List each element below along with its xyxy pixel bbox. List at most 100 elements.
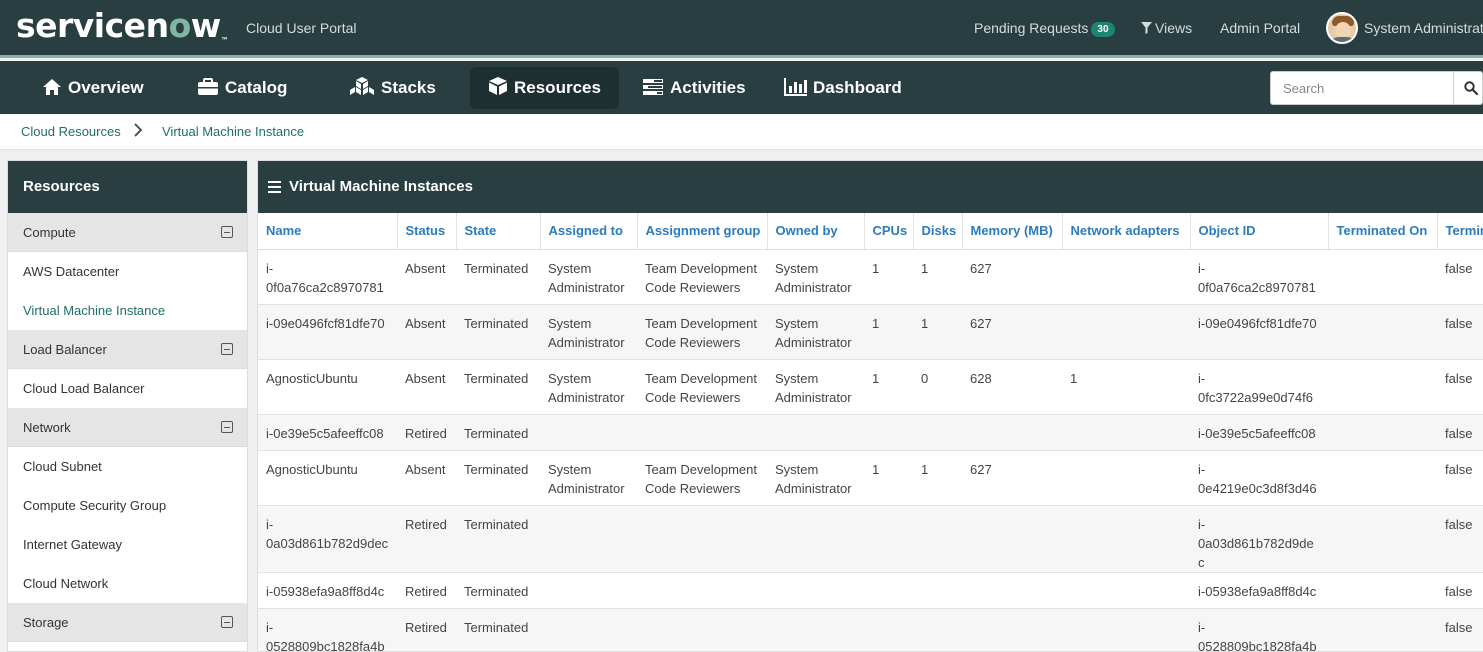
search-input[interactable]	[1271, 72, 1453, 104]
table-cell[interactable]: AgnosticUbuntu	[258, 359, 397, 415]
sidebar-item-compute-security-group[interactable]: Compute Security Group	[8, 486, 247, 525]
table-cell	[1328, 572, 1437, 609]
table-cell	[1328, 304, 1437, 360]
collapse-icon[interactable]	[221, 226, 233, 238]
column-header-status[interactable]: Status	[397, 213, 457, 250]
table-row[interactable]: AgnosticUbuntu Absent Terminated System Adm…	[258, 450, 1483, 506]
table-cell: Team Development Code Reviewers	[637, 450, 767, 506]
sidebar-item-aws-datacenter[interactable]: AWS Datacenter	[8, 252, 247, 291]
sidebar-item-virtual-machine-instance[interactable]: Virtual Machine Instance	[8, 291, 247, 330]
column-header-network-adapters[interactable]: Network adapters	[1062, 213, 1191, 250]
sidebar-item-cloud-subnet[interactable]: Cloud Subnet	[8, 447, 247, 486]
user-avatar[interactable]	[1326, 12, 1358, 44]
table-cell: false	[1437, 414, 1483, 451]
table-cell[interactable]: i-0a03d861b782d9dec	[258, 505, 397, 573]
table-cell: i-05938efa9a8ff8d4c	[1190, 572, 1328, 609]
column-header-object-id[interactable]: Object ID	[1190, 213, 1329, 250]
table-cell: Terminated	[456, 572, 540, 609]
table-cell	[864, 414, 913, 451]
nav-activities[interactable]: Activities	[624, 67, 764, 109]
table-cell: Terminated	[456, 359, 540, 415]
collapse-icon[interactable]	[221, 616, 233, 628]
table-cell: Terminated	[456, 304, 540, 360]
table-cell	[540, 414, 637, 451]
table-cell: 1	[864, 450, 913, 506]
table-cell	[1062, 450, 1190, 506]
user-menu[interactable]: System Administrator	[1364, 20, 1483, 36]
column-header-disks[interactable]: Disks	[913, 213, 963, 250]
breadcrumb-cloud-resources[interactable]: Cloud Resources	[21, 124, 121, 139]
table-cell	[913, 505, 962, 573]
column-header-cpus[interactable]: CPUs	[864, 213, 914, 250]
table-row[interactable]: i-0a03d861b782d9dec Retired Terminated i-0a…	[258, 505, 1483, 573]
column-header-terminated[interactable]: Terminated	[1437, 213, 1483, 250]
nav-overview[interactable]: Overview	[24, 67, 162, 109]
table-cell: i-0fc3722a99e0d74f6	[1190, 359, 1328, 415]
column-header-name[interactable]: Name	[258, 213, 398, 250]
table-cell: false	[1437, 572, 1483, 609]
table-row[interactable]: i-09e0496fcf81dfe70 Absent Terminated Syste…	[258, 304, 1483, 360]
table-cell	[864, 572, 913, 609]
table-cell: false	[1437, 608, 1483, 651]
table-cell: i-0528809bc1828fa4b	[1190, 608, 1328, 651]
table-row[interactable]: i-0528809bc1828fa4b Retired Terminated i-05…	[258, 608, 1483, 651]
nav-stacks[interactable]: Stacks	[331, 67, 454, 109]
sidebar-group-load-balancer[interactable]: Load Balancer	[8, 330, 247, 369]
sidebar-item-internet-gateway[interactable]: Internet Gateway	[8, 525, 247, 564]
column-header-terminated-on[interactable]: Terminated On	[1328, 213, 1438, 250]
briefcase-icon	[198, 78, 218, 95]
table-cell[interactable]: i-05938efa9a8ff8d4c	[258, 572, 397, 609]
list-menu-icon[interactable]	[268, 181, 281, 193]
column-header-owned-by[interactable]: Owned by	[767, 213, 865, 250]
nav-catalog[interactable]: Catalog	[179, 67, 305, 109]
search-button[interactable]	[1453, 72, 1483, 104]
sidebar-group-compute[interactable]: Compute	[8, 213, 247, 252]
table-cell: 1	[1062, 359, 1190, 415]
table-row[interactable]: i-05938efa9a8ff8d4c Retired Terminated i-05…	[258, 572, 1483, 609]
table-cell	[767, 608, 864, 651]
sidebar-group-storage[interactable]: Storage	[8, 603, 247, 642]
sidebar-group-network[interactable]: Network	[8, 408, 247, 447]
search-box	[1270, 71, 1483, 105]
admin-portal-link[interactable]: Admin Portal	[1220, 20, 1300, 36]
collapse-icon[interactable]	[221, 343, 233, 355]
table-body: i-0f0a76ca2c8970781 Absent Terminated Syste…	[258, 249, 1483, 651]
breadcrumb-virtual-machine-instance[interactable]: Virtual Machine Instance	[162, 124, 304, 139]
sidebar-item-cloud-load-balancer[interactable]: Cloud Load Balancer	[8, 369, 247, 408]
table-cell[interactable]: i-09e0496fcf81dfe70	[258, 304, 397, 360]
table-cell	[864, 505, 913, 573]
table-cell	[962, 505, 1062, 573]
table-cell[interactable]: i-0f0a76ca2c8970781	[258, 249, 397, 305]
table-cell: System Administrator	[540, 304, 637, 360]
table-cell	[1328, 450, 1437, 506]
pending-requests-link[interactable]: Pending Requests 30	[974, 20, 1115, 37]
table-row[interactable]: i-0f0a76ca2c8970781 Absent Terminated Syste…	[258, 249, 1483, 305]
table-row[interactable]: AgnosticUbuntu Absent Terminated System Adm…	[258, 359, 1483, 415]
table-cell: Retired	[397, 414, 456, 451]
column-header-memory[interactable]: Memory (MB)	[962, 213, 1063, 250]
servicenow-logo[interactable]: servicenow™	[16, 6, 229, 45]
views-link[interactable]: Views	[1141, 20, 1192, 36]
column-header-state[interactable]: State	[456, 213, 541, 250]
collapse-icon[interactable]	[221, 421, 233, 433]
table-cell[interactable]: i-0528809bc1828fa4b	[258, 608, 397, 651]
table-cell: 1	[913, 304, 962, 360]
table-cell: 1	[864, 249, 913, 305]
table-cell	[962, 572, 1062, 609]
nav-resources[interactable]: Resources	[470, 67, 619, 109]
table-cell	[1328, 414, 1437, 451]
table-cell	[540, 572, 637, 609]
table-cell: System Administrator	[540, 359, 637, 415]
main-nav: Overview Catalog Stacks Resources Activi…	[0, 61, 1483, 114]
table-cell[interactable]: i-0e39e5c5afeeffc08	[258, 414, 397, 451]
home-icon	[43, 79, 61, 95]
panel-header: Virtual Machine Instances	[258, 161, 1483, 213]
nav-dashboard[interactable]: Dashboard	[765, 67, 920, 109]
table-row[interactable]: i-0e39e5c5afeeffc08 Retired Terminated i-0e…	[258, 414, 1483, 451]
sidebar-item-cloud-network[interactable]: Cloud Network	[8, 564, 247, 603]
top-bar: servicenow™ Cloud User Portal Pending Re…	[0, 0, 1483, 58]
column-header-assignment-group[interactable]: Assignment group	[637, 213, 768, 250]
table-cell: 1	[913, 450, 962, 506]
table-cell[interactable]: AgnosticUbuntu	[258, 450, 397, 506]
column-header-assigned-to[interactable]: Assigned to	[540, 213, 638, 250]
